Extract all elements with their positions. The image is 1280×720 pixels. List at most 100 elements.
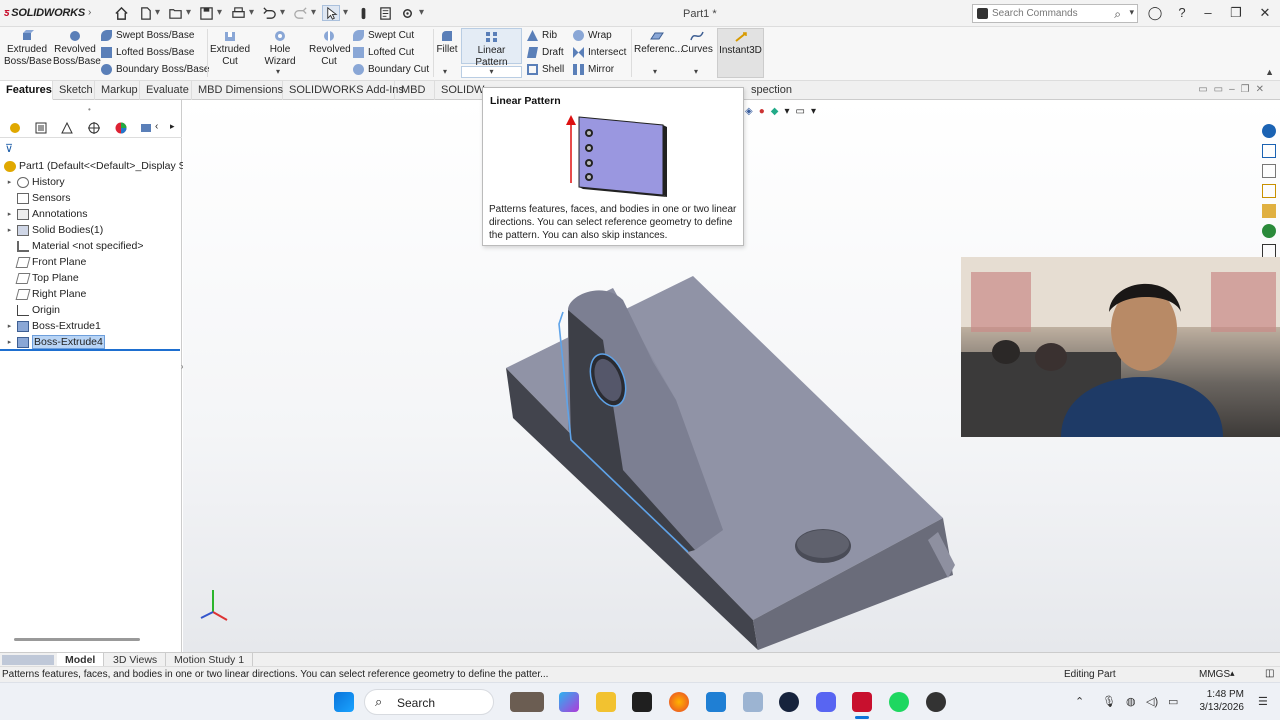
tab-scroll-right-icon[interactable]: ▸ xyxy=(170,121,175,132)
tree-root-part[interactable]: Part1 (Default<<Default>_Display S xyxy=(0,158,186,174)
linear-pattern-button[interactable]: Linear Pattern xyxy=(461,28,522,68)
chevron-down-icon[interactable]: ▾ xyxy=(276,67,280,76)
chevron-down-icon[interactable]: ▾ xyxy=(1129,7,1134,18)
solidworks-taskbar-icon[interactable] xyxy=(852,692,872,712)
print-icon[interactable] xyxy=(229,5,247,21)
shell-button[interactable]: Shell xyxy=(527,64,564,75)
file-explorer-icon[interactable] xyxy=(1262,184,1276,198)
tab-solidworks-addins[interactable]: SOLIDWORKS Add-Ins xyxy=(283,81,404,100)
linear-pattern-dropdown[interactable]: ▾ xyxy=(461,66,522,78)
tree-item-front-plane[interactable]: Front Plane xyxy=(0,254,86,270)
system-clock[interactable]: 1:48 PM 3/13/2026 xyxy=(1196,688,1245,714)
search-commands-input[interactable]: Search Commands ⌕ ▾ xyxy=(972,4,1138,23)
undo-icon[interactable] xyxy=(260,5,278,21)
rib-button[interactable]: Rib xyxy=(527,30,557,41)
tree-item-material[interactable]: Material <not specified> xyxy=(0,238,143,254)
horizontal-scrollbar[interactable] xyxy=(14,638,140,641)
solidworks-logo[interactable]: ƽ SOLIDWORKS xyxy=(4,7,85,19)
view-palette-icon[interactable] xyxy=(1262,204,1276,218)
file-explorer-icon[interactable] xyxy=(596,692,616,712)
wrap-button[interactable]: Wrap xyxy=(573,30,612,41)
view-orientation-icon[interactable]: ◈ xyxy=(745,106,753,117)
volume-icon[interactable]: ◁) xyxy=(1146,695,1158,708)
extruded-boss-button[interactable]: Extruded Boss/Base xyxy=(4,30,52,68)
vscode-icon[interactable] xyxy=(706,692,726,712)
draft-button[interactable]: Draft xyxy=(527,47,564,58)
swept-boss-button[interactable]: Swept Boss/Base xyxy=(101,30,194,41)
tab-features[interactable]: Features xyxy=(0,81,53,100)
panel-grip[interactable]: • xyxy=(88,105,91,114)
battery-icon[interactable]: ▭ xyxy=(1168,695,1178,708)
new-document-icon[interactable] xyxy=(136,5,154,21)
extruded-cut-button[interactable]: Extruded Cut xyxy=(210,30,250,68)
tree-item-origin[interactable]: Origin xyxy=(0,302,60,318)
rollback-bar[interactable] xyxy=(0,349,180,351)
search-highlight-icon[interactable] xyxy=(510,692,544,712)
file-properties-icon[interactable] xyxy=(376,5,394,21)
boundary-cut-button[interactable]: Boundary Cut xyxy=(353,64,429,75)
expand-arrow-icon[interactable]: ▸ xyxy=(5,322,14,330)
appearances-icon[interactable] xyxy=(1262,224,1276,238)
revolved-boss-button[interactable]: Revolved Boss/Base xyxy=(53,30,101,68)
chevron-down-icon[interactable]: ▾ xyxy=(155,7,160,18)
minimize-button[interactable]: – xyxy=(1198,5,1218,20)
user-account-icon[interactable]: ◯ xyxy=(1145,5,1165,21)
edit-appearance-icon[interactable]: ● xyxy=(759,106,765,117)
tab-motion-study[interactable]: Motion Study 1 xyxy=(166,653,254,667)
tree-item-history[interactable]: ▸ History xyxy=(0,174,65,190)
chevron-down-icon[interactable]: ▾ xyxy=(443,67,447,76)
reference-geometry-button[interactable]: Referenc... xyxy=(634,30,683,56)
discord-icon[interactable] xyxy=(816,692,836,712)
coordinate-triad[interactable] xyxy=(200,590,228,621)
menu-expand-arrow[interactable]: › xyxy=(88,7,91,18)
notification-icon[interactable]: ☰ xyxy=(1258,695,1268,708)
chevron-down-icon[interactable]: ▾ xyxy=(653,67,657,76)
home-icon[interactable] xyxy=(112,5,130,21)
terminal-icon[interactable] xyxy=(632,692,652,712)
dimxpert-manager-icon[interactable] xyxy=(87,121,101,135)
tab-mbd[interactable]: MBD xyxy=(395,81,435,100)
tab-inspection-partial[interactable]: spection xyxy=(745,81,795,100)
filter-icon[interactable]: ⊽ xyxy=(5,142,13,155)
property-manager-icon[interactable] xyxy=(34,121,48,135)
fillet-button[interactable]: Fillet xyxy=(436,30,458,56)
instant3d-button[interactable]: Instant3D xyxy=(717,28,764,78)
configuration-manager-icon[interactable] xyxy=(60,121,74,135)
design-library-icon[interactable] xyxy=(1262,164,1276,178)
mirror-button[interactable]: Mirror xyxy=(573,64,614,75)
boundary-boss-button[interactable]: Boundary Boss/Base xyxy=(101,64,209,75)
tree-item-right-plane[interactable]: Right Plane xyxy=(0,286,86,302)
swept-cut-button[interactable]: Swept Cut xyxy=(353,30,414,41)
tab-evaluate[interactable]: Evaluate xyxy=(140,81,192,100)
unit-system[interactable]: MMGS xyxy=(1199,669,1230,680)
redo-icon[interactable] xyxy=(291,5,309,21)
firefox-icon[interactable] xyxy=(669,692,689,712)
options-gear-icon[interactable] xyxy=(398,5,416,21)
save-icon[interactable] xyxy=(197,5,215,21)
tab-sketch[interactable]: Sketch xyxy=(53,81,95,100)
solidworks-resources-icon[interactable] xyxy=(1262,124,1276,138)
close-button[interactable]: ✕ xyxy=(1255,5,1275,21)
tab-model[interactable]: Model xyxy=(57,653,105,667)
chevron-down-icon[interactable]: ▾ xyxy=(784,106,789,117)
expand-arrow-icon[interactable]: ▸ xyxy=(5,226,14,234)
revolved-cut-button[interactable]: Revolved Cut xyxy=(309,30,351,68)
taskbar-search[interactable]: ⌕ Search xyxy=(364,689,494,715)
select-arrow-icon[interactable] xyxy=(322,5,340,21)
curves-button[interactable]: Curves xyxy=(681,30,713,56)
microphone-icon[interactable]: 🎙 xyxy=(1102,695,1116,708)
chevron-down-icon[interactable]: ▾ xyxy=(419,7,424,18)
chevron-up-icon[interactable]: ▴ xyxy=(1230,668,1235,679)
tree-item-sensors[interactable]: Sensors xyxy=(0,190,71,206)
chevron-down-icon[interactable]: ▾ xyxy=(186,7,191,18)
chevron-down-icon[interactable]: ▾ xyxy=(217,7,222,18)
cloud-app-icon[interactable] xyxy=(743,692,763,712)
tree-item-boss-extrude4[interactable]: ▸ Boss-Extrude4 xyxy=(0,334,105,350)
hole-wizard-button[interactable]: Hole Wizard xyxy=(253,30,307,68)
spotify-icon[interactable] xyxy=(889,692,909,712)
tree-item-boss-extrude1[interactable]: ▸ Boss-Extrude1 xyxy=(0,318,101,334)
steam-icon[interactable] xyxy=(779,692,799,712)
display-manager-icon[interactable] xyxy=(114,121,128,135)
apply-scene-icon[interactable]: ◆ xyxy=(771,106,779,117)
expand-arrow-icon[interactable]: ▸ xyxy=(5,338,14,346)
